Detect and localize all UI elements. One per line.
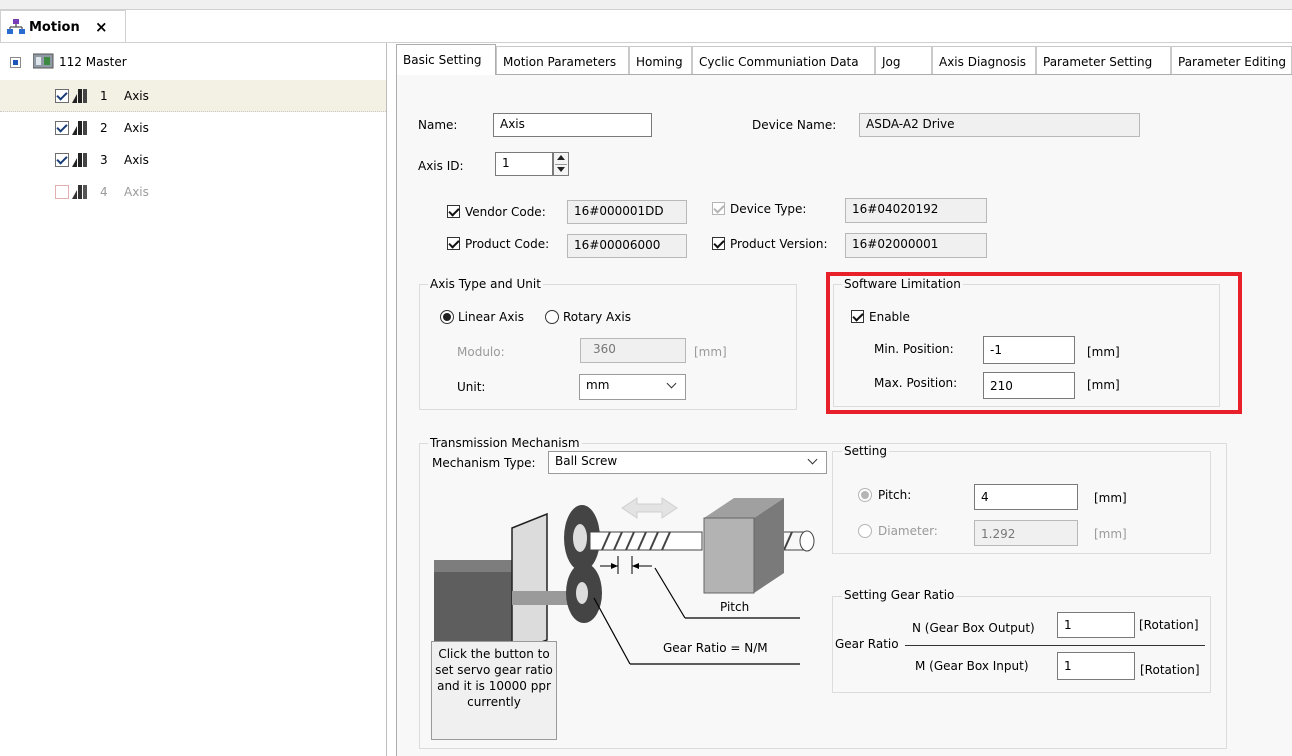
tab-jog[interactable]: Jog (875, 46, 932, 74)
tab-cyclic-communiation-data[interactable]: Cyclic Communiation Data (692, 46, 875, 74)
unit-select-value: mm (586, 378, 610, 392)
device-type-field: 16#04020192 (845, 198, 987, 223)
diameter-radio[interactable] (858, 524, 872, 538)
gear-ratio-caption: Gear Ratio = N/M (663, 641, 768, 655)
n-label: N (Gear Box Output) (912, 621, 1035, 635)
master-device-icon (32, 53, 55, 72)
m-unit: [Rotation] (1140, 663, 1200, 677)
axis-2-num: 2 (100, 121, 108, 135)
document-tab[interactable]: Motion × (0, 10, 126, 43)
mechanism-type-select[interactable]: Ball Screw (548, 451, 827, 474)
tree-item-axis-4[interactable]: 4 Axis (0, 176, 386, 208)
product-version-label: Product Version: (730, 237, 828, 251)
document-tab-title: Motion (29, 20, 80, 35)
axis-4-label: Axis (124, 185, 149, 199)
n-unit: [Rotation] (1139, 618, 1199, 632)
axis-2-checkbox[interactable] (55, 121, 69, 135)
axis-3-label: Axis (124, 153, 149, 167)
axis-drive-icon (72, 88, 90, 107)
device-type-checkbox (712, 202, 725, 215)
pitch-input[interactable]: 4 (974, 484, 1078, 510)
name-label: Name: (418, 118, 458, 132)
tree-panel: 112 Master 1 Axis 2 Axis 3 Axis 4 Axis (0, 43, 387, 756)
axis-id-label: Axis ID: (418, 159, 464, 173)
diameter-input: 1.292 (974, 520, 1078, 546)
tree-root-label: 112 Master (59, 55, 127, 69)
close-icon[interactable]: × (95, 18, 108, 36)
tree-item-axis-3[interactable]: 3 Axis (0, 144, 386, 176)
pitch-label: Pitch: (878, 488, 912, 502)
axis-id-spinner[interactable] (553, 152, 569, 176)
pitch-unit: [mm] (1094, 491, 1127, 505)
linear-axis-radio[interactable] (440, 310, 454, 324)
gear-ratio-label: Gear Ratio (835, 637, 899, 651)
device-type-label: Device Type: (730, 202, 807, 216)
device-name-label: Device Name: (752, 118, 837, 132)
vendor-code-label: Vendor Code: (465, 205, 546, 219)
axis-1-label: Axis (124, 89, 149, 103)
axis-3-checkbox[interactable] (55, 153, 69, 167)
product-code-field: 16#00006000 (567, 234, 687, 258)
axis-type-group-title: Axis Type and Unit (428, 277, 543, 291)
m-input[interactable]: 1 (1057, 652, 1135, 680)
tree-item-axis-1[interactable]: 1 Axis (0, 80, 386, 112)
motion-icon (7, 19, 25, 38)
modulo-label: Modulo: (457, 345, 505, 359)
pitch-radio[interactable] (858, 488, 872, 502)
servo-gear-ratio-button[interactable]: Click the button to set servo gear ratio… (431, 641, 557, 740)
rotary-axis-label: Rotary Axis (563, 310, 631, 324)
product-code-checkbox[interactable] (447, 237, 460, 250)
tab-axis-diagnosis[interactable]: Axis Diagnosis (932, 46, 1036, 74)
tree-root[interactable]: 112 Master (0, 51, 386, 73)
collapse-icon[interactable] (10, 57, 21, 68)
product-code-label: Product Code: (465, 237, 550, 251)
axis-3-num: 3 (100, 153, 108, 167)
gear-ratio-title: Setting Gear Ratio (842, 588, 957, 602)
mechanism-type-value: Ball Screw (555, 454, 618, 468)
setting-title: Setting (842, 444, 889, 458)
axis-id-input[interactable]: 1 (495, 152, 553, 176)
mechanism-type-label: Mechanism Type: (432, 456, 536, 470)
axis-1-num: 1 (100, 89, 108, 103)
modulo-unit: [mm] (694, 345, 727, 359)
vendor-code-field: 16#000001DD (567, 200, 687, 224)
pitch-caption: Pitch (720, 600, 750, 614)
servo-gear-ratio-button-label: Click the button to set servo gear ratio… (435, 647, 553, 709)
rotary-axis-radio[interactable] (545, 310, 559, 324)
tab-parameter-setting[interactable]: Parameter Setting (1036, 46, 1171, 74)
tab-motion-parameters[interactable]: Motion Parameters (496, 46, 629, 74)
linear-axis-label: Linear Axis (458, 310, 525, 324)
highlight-box (826, 272, 1242, 414)
transmission-title: Transmission Mechanism (428, 436, 582, 450)
device-name-field: ASDA-A2 Drive (859, 113, 1140, 137)
unit-label: Unit: (457, 380, 486, 394)
product-version-checkbox[interactable] (712, 237, 725, 250)
axis-drive-icon (72, 152, 90, 171)
modulo-input: 360 (580, 338, 686, 363)
axis-drive-icon (72, 120, 90, 139)
vendor-code-checkbox[interactable] (447, 205, 460, 218)
tree-item-axis-2[interactable]: 2 Axis (0, 112, 386, 144)
gear-ratio-divider (905, 645, 1205, 646)
tab-homing[interactable]: Homing (629, 46, 692, 74)
n-input[interactable]: 1 (1057, 612, 1135, 638)
tab-basic-setting[interactable]: Basic Setting (396, 44, 496, 75)
diameter-unit: [mm] (1094, 527, 1127, 541)
name-input[interactable]: Axis (493, 113, 652, 137)
product-version-field: 16#02000001 (845, 233, 987, 258)
tab-parameter-editing[interactable]: Parameter Editing (1171, 46, 1292, 74)
axis-1-checkbox[interactable] (55, 89, 69, 103)
spinner-down-icon[interactable] (557, 167, 565, 172)
axis-drive-icon (72, 184, 90, 203)
spinner-up-icon[interactable] (557, 155, 565, 160)
diameter-label: Diameter: (878, 524, 938, 538)
axis-4-checkbox[interactable] (55, 185, 69, 199)
m-label: M (Gear Box Input) (915, 659, 1029, 673)
top-border (0, 0, 1292, 10)
axis-2-label: Axis (124, 121, 149, 135)
axis-4-num: 4 (100, 185, 108, 199)
